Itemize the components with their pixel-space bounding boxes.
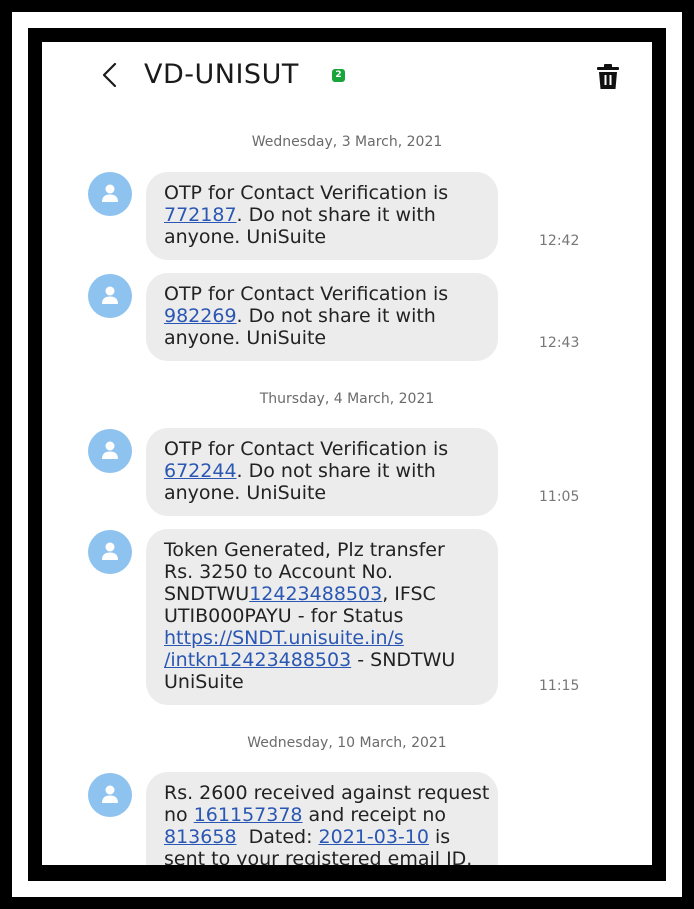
message-line: sent to your registered email ID. xyxy=(164,848,473,865)
contact-avatar[interactable] xyxy=(88,773,132,817)
message-line: 982269. Do not share it with xyxy=(164,305,484,327)
message-line: 813658 Dated: 2021-03-10 is xyxy=(164,826,484,848)
contact-avatar[interactable] xyxy=(88,274,132,318)
message-text: Dated: xyxy=(236,826,319,848)
message-line: /intkn12423488503 - SNDTWU xyxy=(164,649,484,671)
otp-link[interactable]: 772187 xyxy=(164,204,237,226)
person-icon xyxy=(102,184,118,202)
person-icon xyxy=(102,785,118,803)
message-line: Rs. 2600 received against request xyxy=(164,782,490,804)
sim-badge: 2 xyxy=(332,69,345,82)
message-bubble[interactable]: OTP for Contact Verification is 672244. … xyxy=(146,428,498,516)
message-text: no xyxy=(164,804,194,826)
message-text: , IFSC xyxy=(382,583,436,605)
trash-icon[interactable] xyxy=(596,64,620,90)
person-icon xyxy=(102,286,118,304)
otp-link[interactable]: 672244 xyxy=(164,460,237,482)
date-separator: Wednesday, 10 March, 2021 xyxy=(247,735,447,751)
person-icon xyxy=(102,542,118,560)
message-text: . Do not share it with xyxy=(236,305,436,327)
status-url-link[interactable]: /intkn12423488503 xyxy=(164,649,351,671)
message-bubble[interactable]: Token Generated, Plz transfer Rs. 3250 t… xyxy=(146,529,498,705)
message-line: anyone. UniSuite xyxy=(164,226,327,248)
message-line: SNDTWU12423488503, IFSC xyxy=(164,583,484,605)
message-line: 672244. Do not share it with xyxy=(164,460,484,482)
message-line: OTP for Contact Verification is xyxy=(164,438,449,460)
date-separator: Wednesday, 3 March, 2021 xyxy=(251,134,443,150)
message-line: no 161157378 and receipt no xyxy=(164,804,484,826)
message-bubble[interactable]: OTP for Contact Verification is 982269. … xyxy=(146,273,498,361)
chevron-left-icon[interactable] xyxy=(96,60,126,90)
message-text: . Do not share it with xyxy=(236,460,436,482)
message-bubble[interactable]: Rs. 2600 received against request no 161… xyxy=(146,772,498,865)
message-text: - SNDTWU xyxy=(351,649,456,671)
message-time: 12:43 xyxy=(539,335,580,351)
message-line: UniSuite xyxy=(164,671,244,693)
message-line: https://SNDT.unisuite.in/s xyxy=(164,627,484,649)
message-line: OTP for Contact Verification is xyxy=(164,182,449,204)
otp-link[interactable]: 982269 xyxy=(164,305,237,327)
account-number-link[interactable]: 12423488503 xyxy=(249,583,382,605)
receipt-number-link[interactable]: 813658 xyxy=(164,826,237,848)
person-icon xyxy=(102,441,118,459)
contact-avatar[interactable] xyxy=(88,172,132,216)
conversation-header: VD-UNISUT 2 xyxy=(42,42,652,122)
message-line: Rs. 3250 to Account No. xyxy=(164,561,393,583)
request-number-link[interactable]: 161157378 xyxy=(194,804,303,826)
message-text: and receipt no xyxy=(302,804,447,826)
message-line: Token Generated, Plz transfer xyxy=(164,539,445,561)
date-separator: Thursday, 4 March, 2021 xyxy=(259,391,435,407)
date-link[interactable]: 2021-03-10 xyxy=(319,826,429,848)
message-time: 11:05 xyxy=(539,489,580,505)
message-line: anyone. UniSuite xyxy=(164,482,327,504)
message-line: anyone. UniSuite xyxy=(164,327,327,349)
status-url-link[interactable]: https://SNDT.unisuite.in/s xyxy=(164,627,404,649)
message-line: OTP for Contact Verification is xyxy=(164,283,449,305)
conversation-screen: VD-UNISUT 2 Wednesday, 3 March, 2021 OTP… xyxy=(42,42,652,865)
sender-title: VD-UNISUT xyxy=(144,59,299,90)
contact-avatar[interactable] xyxy=(88,530,132,574)
contact-avatar[interactable] xyxy=(88,429,132,473)
message-text: SNDTWU xyxy=(164,583,250,605)
message-time: 12:42 xyxy=(539,233,580,249)
message-text: is xyxy=(428,826,451,848)
message-bubble[interactable]: OTP for Contact Verification is 772187. … xyxy=(146,172,498,260)
message-time: 11:15 xyxy=(539,678,580,694)
message-line: UTIB000PAYU - for Status xyxy=(164,605,404,627)
message-text: . Do not share it with xyxy=(236,204,436,226)
message-line: 772187. Do not share it with xyxy=(164,204,484,226)
